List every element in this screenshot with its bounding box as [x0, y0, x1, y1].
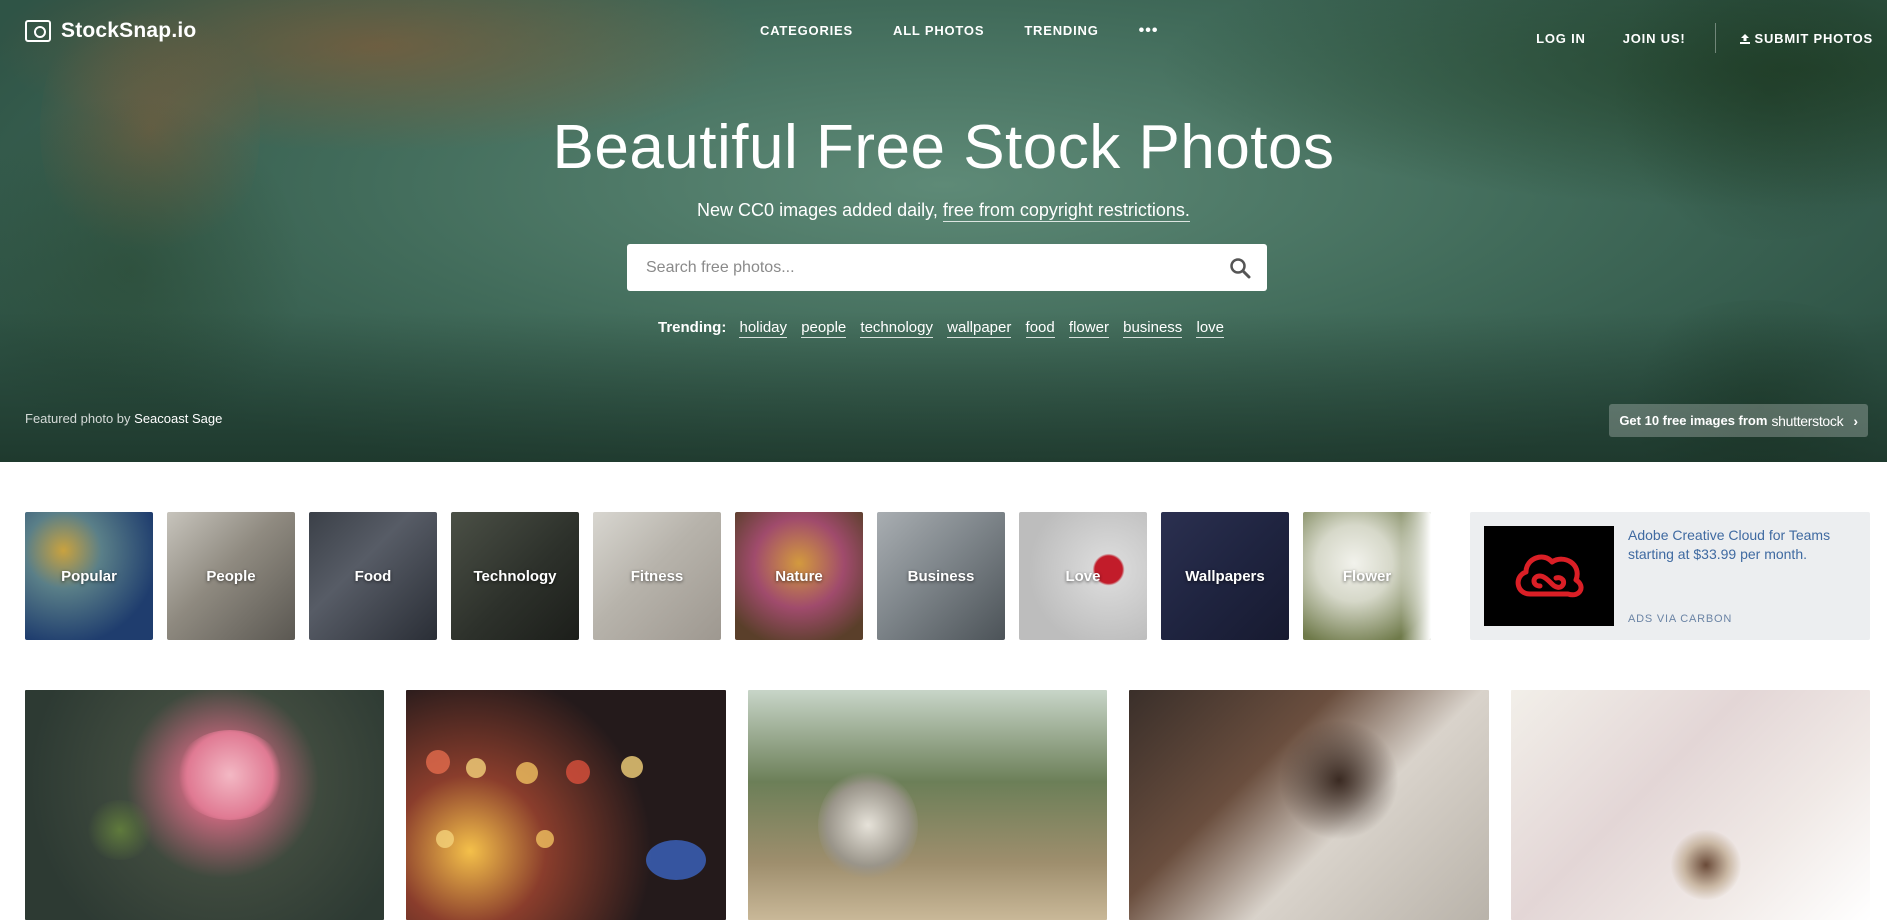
trending-tag[interactable]: food — [1025, 319, 1055, 338]
carbon-ad: Adobe Creative Cloud for Teams starting … — [1470, 512, 1870, 640]
photo-thumbnail[interactable] — [1511, 690, 1870, 920]
credit-label: Featured photo by — [25, 411, 131, 426]
category-label: People — [206, 567, 256, 585]
category-label: Fitness — [630, 567, 684, 585]
photo-thumbnail[interactable] — [406, 690, 726, 920]
hero-content: Beautiful Free Stock Photos New CC0 imag… — [0, 110, 1887, 222]
promo-text: Get 10 free images from — [1619, 413, 1768, 428]
upload-icon — [1740, 33, 1751, 44]
hero-subtitle-text: New CC0 images added daily, — [697, 200, 938, 220]
category-strip: Popular People Food Technology Fitness N… — [25, 512, 1431, 640]
category-label: Nature — [775, 567, 823, 585]
photo-detail — [175, 730, 285, 820]
photo-detail — [646, 840, 706, 880]
main-menu: CATEGORIES ALL PHOTOS TRENDING ••• — [760, 22, 1159, 38]
adobe-cc-logo-icon — [1515, 554, 1584, 598]
search-input[interactable] — [646, 258, 1206, 277]
category-tile-fitness[interactable]: Fitness — [593, 512, 721, 640]
top-nav: StockSnap.io CATEGORIES ALL PHOTOS TREND… — [0, 0, 1887, 62]
trending-tag[interactable]: flower — [1068, 319, 1109, 338]
trending-label: Trending: — [657, 319, 727, 336]
category-label: Flower — [1342, 567, 1392, 585]
category-tile-technology[interactable]: Technology — [451, 512, 579, 640]
photo-thumbnail[interactable] — [748, 690, 1107, 920]
photo-detail — [85, 800, 155, 860]
ads-via-carbon-link[interactable]: ADS VIA CARBON — [1628, 613, 1732, 625]
nav-divider — [1715, 23, 1717, 53]
trending-tag[interactable]: love — [1196, 319, 1225, 338]
category-tile-popular[interactable]: Popular — [25, 512, 153, 640]
photo-detail — [1279, 720, 1399, 840]
photo-detail — [426, 750, 450, 774]
promo-brand: shutterstock — [1771, 412, 1844, 429]
photo-thumbnail[interactable] — [25, 690, 384, 920]
category-label: Technology — [473, 567, 557, 585]
logo-text: StockSnap.io — [61, 19, 197, 42]
trending-tag[interactable]: people — [801, 319, 847, 338]
copyright-link[interactable]: free from copyright restrictions. — [942, 200, 1190, 222]
trending-tag[interactable]: business — [1123, 319, 1183, 338]
chevron-right-icon: › — [1853, 412, 1858, 429]
category-label: Love — [1065, 567, 1101, 585]
category-tile-food[interactable]: Food — [309, 512, 437, 640]
category-tile-nature[interactable]: Nature — [735, 512, 863, 640]
submit-photos-label: SUBMIT PHOTOS — [1754, 30, 1873, 46]
hero-section: StockSnap.io CATEGORIES ALL PHOTOS TREND… — [0, 0, 1887, 462]
photo-thumbnail[interactable] — [1129, 690, 1489, 920]
category-label: Food — [354, 567, 392, 585]
photo-detail — [436, 830, 454, 848]
category-tile-flower[interactable]: Flower — [1303, 512, 1431, 640]
photo-credit: Featured photo by Seacoast Sage — [25, 411, 222, 426]
category-tile-love[interactable]: Love — [1019, 512, 1147, 640]
logo[interactable]: StockSnap.io — [25, 19, 196, 43]
photo-detail — [516, 762, 538, 784]
trending-tag[interactable]: holiday — [739, 319, 788, 338]
nav-trending[interactable]: TRENDING — [1024, 23, 1098, 38]
photo-grid — [25, 690, 1870, 920]
search-icon[interactable] — [1229, 257, 1251, 279]
trending-tag[interactable]: wallpaper — [947, 319, 1012, 338]
category-tile-people[interactable]: People — [167, 512, 295, 640]
ad-text-link[interactable]: Adobe Creative Cloud for Teams starting … — [1628, 526, 1853, 564]
photo-detail — [466, 758, 486, 778]
nav-all-photos[interactable]: ALL PHOTOS — [893, 23, 984, 38]
ad-image[interactable] — [1484, 526, 1614, 626]
shutterstock-promo-button[interactable]: Get 10 free images from shutterstock › — [1609, 404, 1868, 437]
camera-icon — [25, 20, 51, 42]
search-box — [627, 244, 1267, 291]
trending-tag[interactable]: technology — [860, 319, 933, 338]
category-label: Popular — [61, 567, 117, 585]
account-menu: LOG IN JOIN US! SUBMIT PHOTOS — [1536, 23, 1873, 53]
category-label: Business — [907, 567, 975, 585]
photo-detail — [818, 770, 918, 880]
hero-subtitle: New CC0 images added daily, free from co… — [0, 200, 1887, 222]
photo-detail — [1671, 830, 1741, 900]
hero-title: Beautiful Free Stock Photos — [552, 113, 1335, 182]
more-icon[interactable]: ••• — [1139, 22, 1159, 38]
submit-photos-button[interactable]: SUBMIT PHOTOS — [1740, 31, 1873, 46]
login-link[interactable]: LOG IN — [1536, 31, 1586, 46]
photo-detail — [566, 760, 590, 784]
credit-author-link[interactable]: Seacoast Sage — [134, 411, 222, 426]
nav-categories[interactable]: CATEGORIES — [760, 23, 853, 38]
category-tile-wallpapers[interactable]: Wallpapers — [1161, 512, 1289, 640]
trending-tags: Trending: holiday people technology wall… — [0, 319, 1887, 338]
photo-detail — [536, 830, 554, 848]
join-link[interactable]: JOIN US! — [1623, 31, 1686, 46]
category-tile-business[interactable]: Business — [877, 512, 1005, 640]
photo-detail — [621, 756, 643, 778]
category-label: Wallpapers — [1185, 567, 1265, 585]
